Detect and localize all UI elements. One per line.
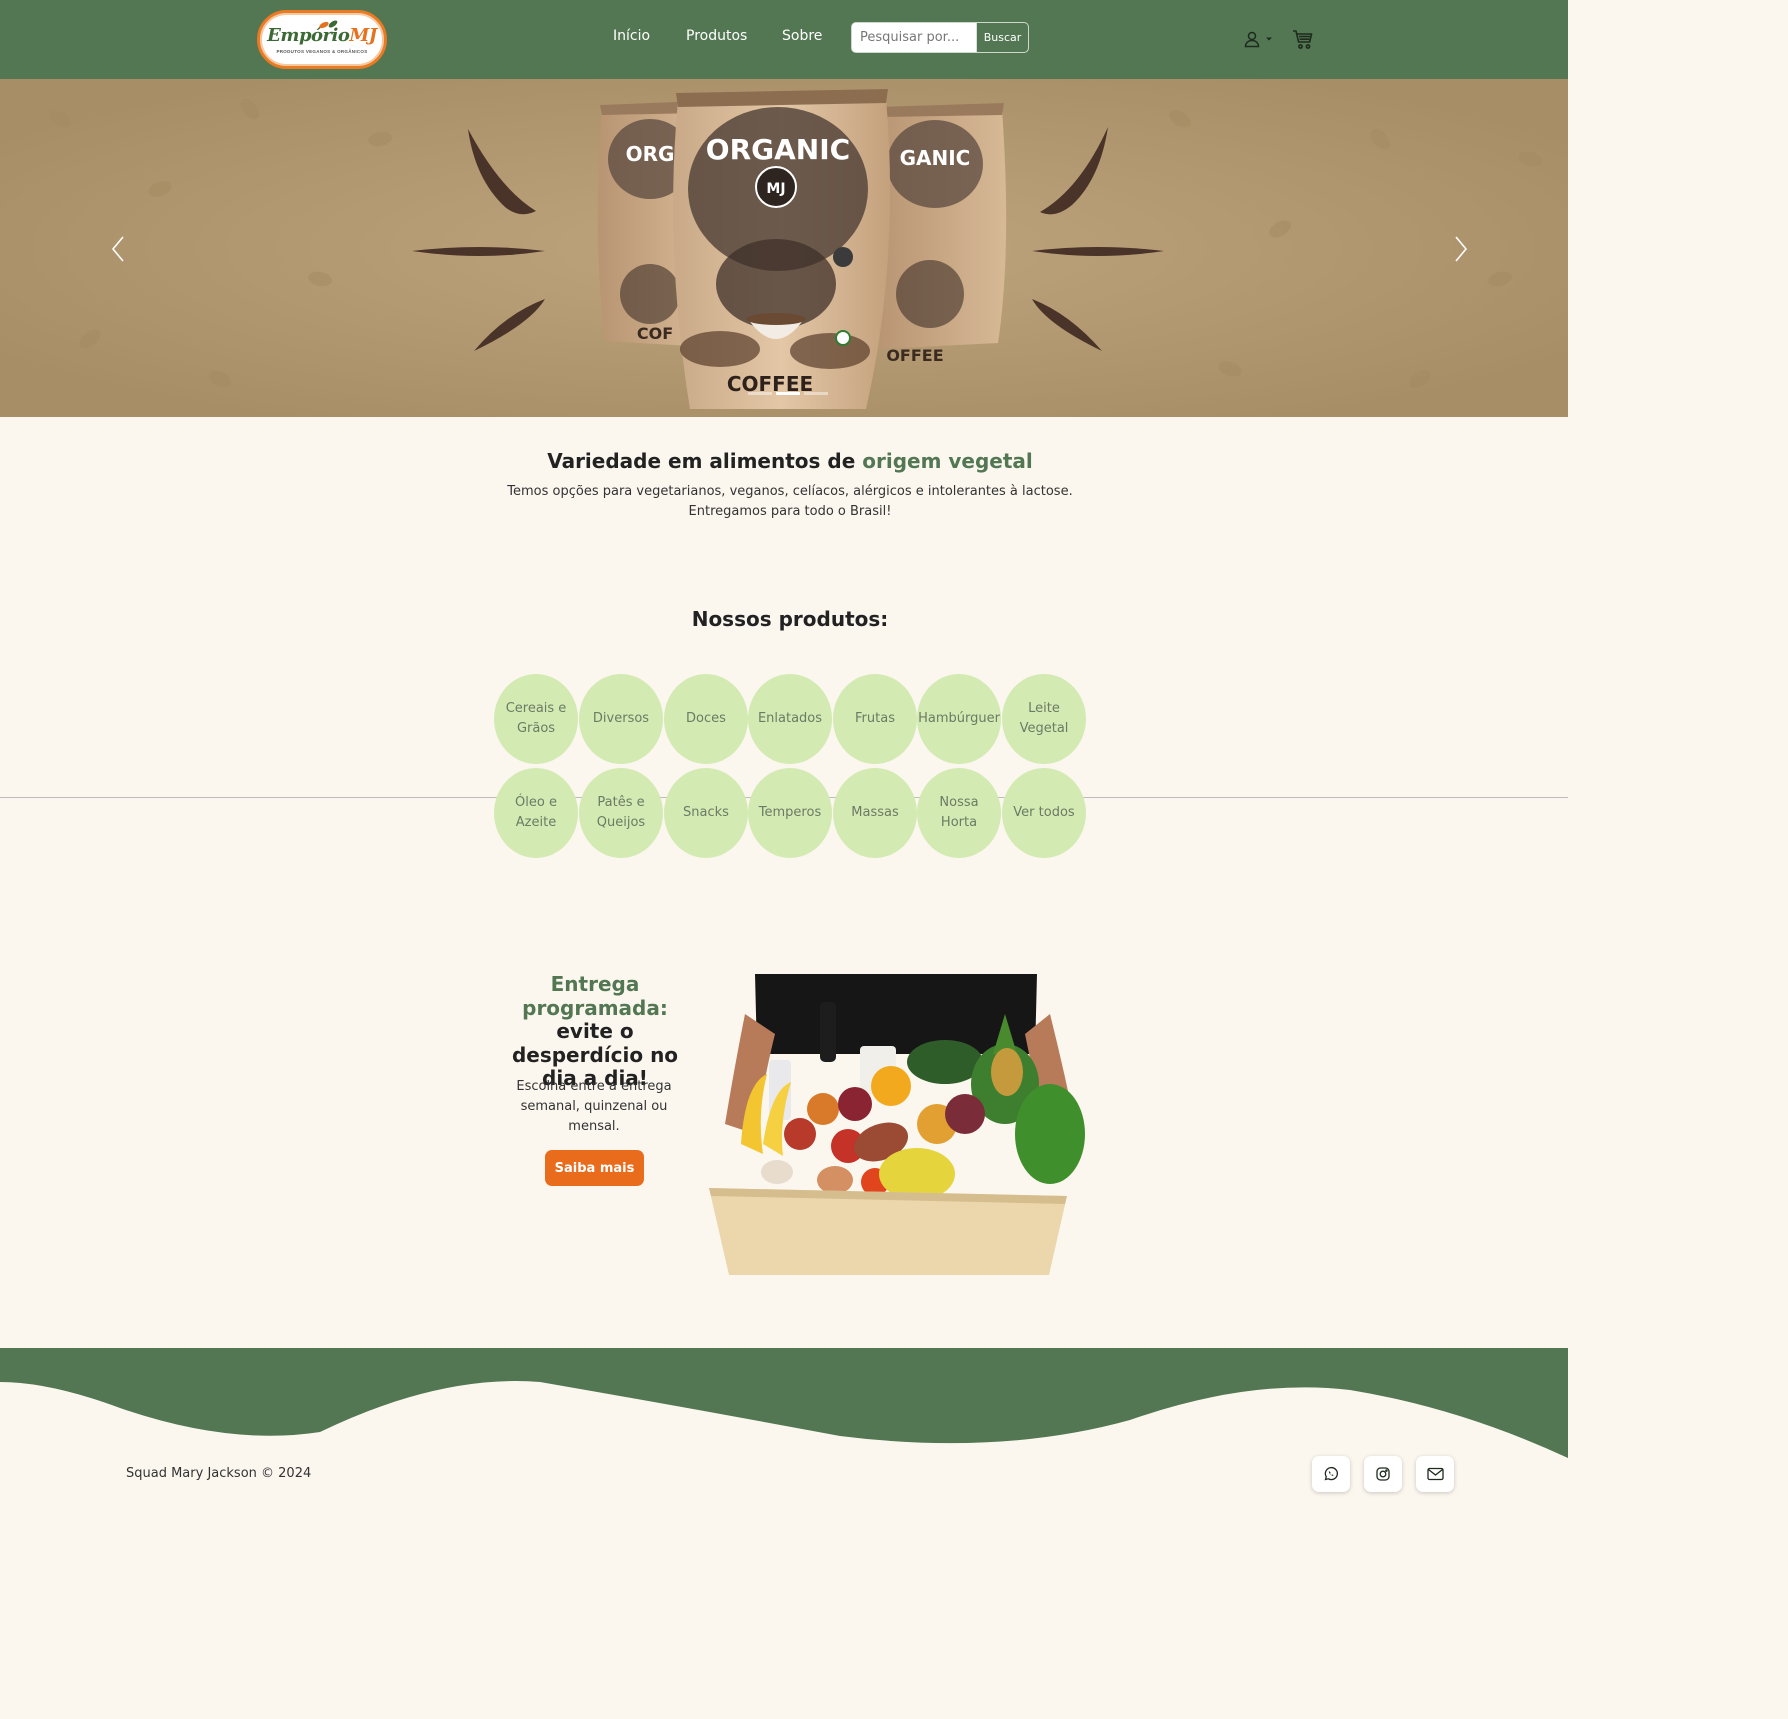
carousel-indicator-2[interactable]: [776, 392, 800, 395]
intro-title: Variedade em alimentos de origem vegetal: [0, 449, 1580, 473]
hero-banner-image: ORG COF GANIC OFFEE ORGANIC MJ COFFEE: [0, 79, 1568, 417]
user-icon: [1244, 31, 1260, 48]
logo-tagline: PRODUTOS VEGANOS & ORGÂNICOS: [276, 48, 368, 54]
intro-title-main: Variedade em alimentos de: [547, 449, 863, 473]
brand-logo[interactable]: EmpórioMJ PRODUTOS VEGANOS & ORGÂNICOS: [257, 10, 387, 69]
leaf-icon: [319, 20, 338, 29]
svg-text:OFFEE: OFFEE: [886, 346, 943, 365]
delivery-title: Entrega programada: evite o desperdício …: [495, 972, 695, 1091]
top-navbar: EmpórioMJ PRODUTOS VEGANOS & ORGÂNICOS I…: [0, 0, 1568, 79]
category-hamburguer[interactable]: Hambúrguer: [917, 674, 1001, 764]
nav-link-sobre[interactable]: Sobre: [782, 28, 842, 44]
delivery-title-accent: Entrega programada:: [522, 972, 668, 1020]
intro-title-accent: origem vegetal: [862, 449, 1033, 473]
category-doces[interactable]: Doces: [664, 674, 748, 764]
instagram-icon: [1376, 1467, 1390, 1481]
category-nossa-horta[interactable]: Nossa Horta: [917, 768, 1001, 858]
whatsapp-icon: [1324, 1466, 1338, 1481]
category-diversos[interactable]: Diversos: [579, 674, 663, 764]
whatsapp-link[interactable]: [1312, 1456, 1350, 1492]
category-ver-todos[interactable]: Ver todos: [1002, 768, 1086, 858]
intro-line-2: Entregamos para todo o Brasil!: [688, 504, 892, 519]
svg-text:COF: COF: [637, 324, 673, 343]
hero-bag-title: ORGANIC: [706, 133, 850, 166]
category-snacks[interactable]: Snacks: [664, 768, 748, 858]
search-input[interactable]: [852, 23, 976, 52]
produce-box-image: [709, 974, 1085, 1275]
hero-bag-badge: MJ: [766, 181, 785, 197]
logo-name-part2: MJ: [349, 24, 377, 46]
nav-link-inicio[interactable]: Início: [613, 28, 673, 44]
category-oleo-azeite[interactable]: Óleo e Azeite: [494, 768, 578, 858]
footer-copyright: Squad Mary Jackson © 2024: [126, 1466, 312, 1481]
email-link[interactable]: [1416, 1456, 1454, 1492]
search-form: Buscar: [851, 22, 1029, 53]
category-frutas[interactable]: Frutas: [833, 674, 917, 764]
cart-icon[interactable]: [1292, 29, 1314, 50]
email-icon: [1426, 1467, 1444, 1481]
category-massas[interactable]: Massas: [833, 768, 917, 858]
carousel-indicator-3[interactable]: [804, 392, 828, 395]
instagram-link[interactable]: [1364, 1456, 1402, 1492]
category-leite-vegetal[interactable]: Leite Vegetal: [1002, 674, 1086, 764]
category-temperos[interactable]: Temperos: [748, 768, 832, 858]
carousel-indicators: [748, 392, 828, 395]
svg-text:GANIC: GANIC: [900, 146, 971, 170]
nav-link-produtos[interactable]: Produtos: [686, 28, 776, 44]
hero-carousel: ORG COF GANIC OFFEE ORGANIC MJ COFFEE: [0, 79, 1568, 417]
category-enlatados[interactable]: Enlatados: [748, 674, 832, 764]
user-menu[interactable]: [1243, 30, 1273, 48]
intro-line-1: Temos opções para vegetarianos, veganos,…: [507, 484, 1073, 499]
intro-description: Temos opções para vegetarianos, veganos,…: [440, 482, 1140, 522]
saiba-mais-button[interactable]: Saiba mais: [545, 1150, 644, 1186]
search-button[interactable]: Buscar: [976, 23, 1028, 52]
products-title: Nossos produtos:: [691, 607, 889, 631]
caret-down-icon: [1266, 37, 1272, 41]
chevron-left-icon[interactable]: [108, 234, 128, 264]
category-cereais-graos[interactable]: Cereais e Grãos: [494, 674, 578, 764]
chevron-right-icon[interactable]: [1451, 234, 1471, 264]
svg-text:ORG: ORG: [626, 142, 675, 166]
delivery-description: Escolha entre a entrega semanal, quinzen…: [516, 1079, 672, 1134]
category-pates-queijos[interactable]: Patês e Queijos: [579, 768, 663, 858]
carousel-indicator-1[interactable]: [748, 392, 772, 395]
